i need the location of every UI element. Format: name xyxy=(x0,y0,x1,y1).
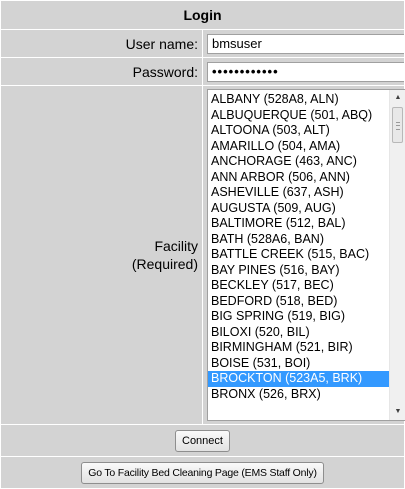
login-form: Login User name: Password: •••••••••••• … xyxy=(0,0,405,489)
facility-option[interactable]: BEDFORD (518, BED) xyxy=(208,294,389,310)
facility-option[interactable]: BRONX (526, BRX) xyxy=(208,387,389,403)
facility-option[interactable]: ALBANY (528A8, ALN) xyxy=(208,92,389,108)
grip-icon xyxy=(396,122,400,130)
facility-cell: ALBANY (528A8, ALN) ALBUQUERQUE (501, ABQ… xyxy=(202,85,405,425)
facility-option[interactable]: BATH (528A6, BAN) xyxy=(208,232,389,248)
bed-cleaning-row: Go To Facility Bed Cleaning Page (EMS St… xyxy=(0,456,405,489)
facility-option-selected[interactable]: BROCKTON (523A5, BRK) xyxy=(208,371,389,387)
bed-cleaning-button[interactable]: Go To Facility Bed Cleaning Page (EMS St… xyxy=(81,461,324,484)
facility-list: ALBANY (528A8, ALN) ALBUQUERQUE (501, ABQ… xyxy=(208,92,389,402)
facility-option[interactable]: BIG SPRING (519, BIG) xyxy=(208,309,389,325)
triangle-down-icon[interactable]: ▼ xyxy=(390,404,405,420)
facility-scrollbar[interactable]: ▲ ▼ xyxy=(389,90,405,420)
facility-option[interactable]: BILOXI (520, BIL) xyxy=(208,325,389,341)
facility-option[interactable]: AUGUSTA (509, AUG) xyxy=(208,201,389,217)
triangle-up-icon[interactable]: ▲ xyxy=(390,90,405,106)
login-title: Login xyxy=(0,0,405,30)
facility-option[interactable]: BECKLEY (517, BEC) xyxy=(208,278,389,294)
password-label: Password: xyxy=(0,57,203,86)
facility-option[interactable]: ASHEVILLE (637, ASH) xyxy=(208,185,389,201)
facility-option[interactable]: BIRMINGHAM (521, BIR) xyxy=(208,340,389,356)
facility-option[interactable]: ANN ARBOR (506, ANN) xyxy=(208,170,389,186)
facility-option[interactable]: BALTIMORE (512, BAL) xyxy=(208,216,389,232)
facility-option[interactable]: BOISE (531, BOI) xyxy=(208,356,389,372)
facility-option[interactable]: ANCHORAGE (463, ANC) xyxy=(208,154,389,170)
username-label: User name: xyxy=(0,29,203,58)
facility-required-label: (Required) xyxy=(131,256,198,272)
username-cell xyxy=(202,29,405,58)
facility-label-cell: Facility (Required) xyxy=(0,85,203,425)
facility-label: Facility xyxy=(154,238,198,254)
connect-row: Connect xyxy=(0,424,405,457)
facility-option[interactable]: ALTOONA (503, ALT) xyxy=(208,123,389,139)
password-cell: •••••••••••• xyxy=(202,57,405,86)
facility-option[interactable]: AMARILLO (504, AMA) xyxy=(208,139,389,155)
facility-option[interactable]: ALBUQUERQUE (501, ABQ) xyxy=(208,108,389,124)
facility-option[interactable]: BATTLE CREEK (515, BAC) xyxy=(208,247,389,263)
connect-button[interactable]: Connect xyxy=(175,429,230,452)
facility-listbox[interactable]: ALBANY (528A8, ALN) ALBUQUERQUE (501, ABQ… xyxy=(207,89,405,421)
password-input[interactable]: •••••••••••• xyxy=(207,61,405,82)
username-input[interactable] xyxy=(207,33,405,54)
facility-option[interactable]: BAY PINES (516, BAY) xyxy=(208,263,389,279)
scroll-thumb[interactable] xyxy=(392,107,403,143)
